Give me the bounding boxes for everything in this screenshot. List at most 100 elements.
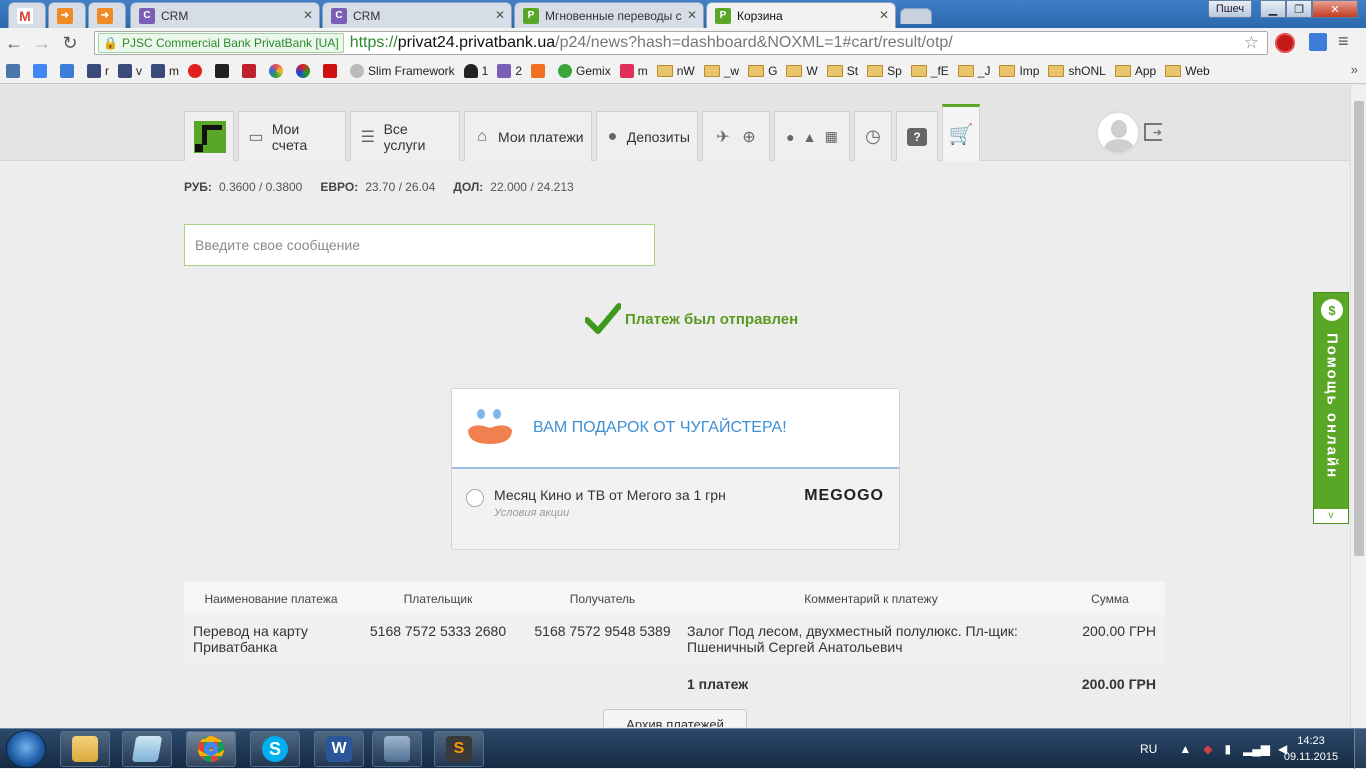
star-icon[interactable]: ☆ [1244, 33, 1259, 53]
help-online-tab[interactable]: $ Помощь онлайн v [1313, 292, 1349, 524]
minimize-button[interactable]: ▁ [1260, 0, 1286, 18]
close-icon[interactable]: ✕ [303, 8, 313, 22]
folder-Web[interactable]: Web [1165, 64, 1210, 78]
folder-Imp[interactable]: Imp [999, 64, 1039, 78]
start-button[interactable] [6, 730, 46, 768]
bookmark-heart[interactable] [188, 63, 206, 78]
tray-app-icon[interactable]: ◆ [1203, 742, 1212, 756]
folder-App[interactable]: App [1114, 64, 1156, 78]
clock[interactable]: 14:23 09.11.2015 [1276, 733, 1346, 765]
url-scheme: https:// [349, 34, 398, 51]
menu-all-services[interactable]: ☰ Все услуги [350, 111, 460, 161]
more-bookmarks-icon[interactable]: » [1351, 62, 1358, 77]
menu-my-payments[interactable]: ⌂ Мои платежи [464, 111, 592, 161]
folder-Sp[interactable]: Sp [867, 64, 902, 78]
tab-crm-1[interactable]: C CRM ✕ [130, 2, 320, 28]
new-tab-button[interactable] [900, 8, 932, 24]
tab-gmail[interactable]: M [8, 2, 46, 28]
tray-expand-icon[interactable]: ▲ [1179, 742, 1191, 756]
privat24-logo[interactable] [184, 111, 234, 161]
avatar[interactable] [1096, 111, 1140, 155]
exchange-rates: РУБ: 0.3600 / 0.3800 ЕВРО: 23.70 / 26.04 Д… [184, 180, 592, 194]
menu-icon[interactable]: ≡ [1338, 31, 1349, 52]
close-icon[interactable]: ✕ [879, 8, 889, 22]
menu-deposits[interactable]: ● Депозиты [596, 111, 698, 161]
forward-button[interactable]: → [28, 30, 56, 56]
folder-J[interactable]: _J [957, 64, 990, 78]
menu-apps[interactable]: ● ▲ ▦ [774, 111, 850, 161]
gift-conditions-link[interactable]: Условия акции [494, 507, 726, 519]
tab-cart[interactable]: P Корзина ✕ [706, 2, 896, 28]
close-icon[interactable]: ✕ [687, 8, 697, 22]
folder-icon [826, 64, 843, 77]
folder-nW[interactable]: nW [656, 64, 695, 78]
tab-arrow-2[interactable]: ➜ [88, 2, 126, 28]
reload-button[interactable]: ↻ [56, 30, 84, 56]
bookmark-rgb[interactable] [296, 63, 314, 78]
folder-St[interactable]: St [826, 64, 858, 78]
scrollbar-thumb[interactable] [1354, 101, 1364, 556]
bookmark-orange[interactable] [531, 63, 549, 78]
power-icon[interactable]: ▮ [1224, 742, 1231, 756]
address-bar[interactable]: 🔒 PJSC Commercial Bank PrivatBank [UA] h… [94, 31, 1268, 55]
total-count: 1 платеж [687, 675, 749, 692]
maximize-button[interactable]: ❐ [1286, 0, 1312, 18]
archive-button[interactable]: Архив платежей [603, 709, 747, 727]
taskbar-explorer[interactable] [60, 731, 110, 767]
close-icon[interactable]: ✕ [495, 8, 505, 22]
bookmark-1[interactable]: 1 [463, 63, 488, 78]
tab-transfers[interactable]: P Мгновенные переводы с ✕ [514, 2, 704, 28]
folder-w[interactable]: _w [703, 64, 739, 78]
gift-radio[interactable] [466, 489, 484, 507]
taskbar-notepad[interactable] [122, 731, 172, 767]
show-desktop-button[interactable] [1354, 729, 1366, 769]
menu-cart[interactable]: 🛒 [942, 104, 980, 161]
taskbar-word[interactable]: W [314, 731, 364, 767]
bookmark-download[interactable] [60, 63, 78, 78]
tab-crm-2[interactable]: C CRM ✕ [322, 2, 512, 28]
folder-shONL[interactable]: shONL [1048, 64, 1106, 78]
bookmark-translate[interactable] [33, 63, 51, 78]
logout-button[interactable]: ➜ [1144, 123, 1162, 141]
ev-certificate-badge[interactable]: 🔒 PJSC Commercial Bank PrivatBank [UA] [98, 33, 344, 53]
bookmark-2[interactable]: 2 [497, 63, 522, 78]
bookmark-color[interactable] [269, 63, 287, 78]
menu-my-accounts[interactable]: ▭ Мои счета [238, 111, 346, 161]
bookmark-v[interactable]: v [118, 63, 142, 78]
bookmark-star[interactable] [323, 63, 341, 78]
tab-arrow-1[interactable]: ➜ [48, 2, 86, 28]
translate-extension-icon[interactable] [1309, 33, 1327, 51]
url-path: /p24/news?hash=dashboard&NOXML=1#cart/re… [555, 34, 953, 51]
menu-history[interactable]: ◷ [854, 111, 892, 161]
folder-fE[interactable]: _fE [910, 64, 949, 78]
language-indicator[interactable]: RU [1140, 742, 1157, 756]
privat-icon: P [715, 7, 731, 24]
network-signal-icon[interactable]: ▂▄▆ [1243, 742, 1270, 756]
menu-help[interactable]: ? [896, 111, 938, 161]
bookmark-wave[interactable]: m [619, 63, 648, 78]
privat-icon: P [523, 7, 539, 24]
bookmark-stm[interactable] [215, 63, 233, 78]
adblock-icon[interactable] [1275, 33, 1295, 53]
taskbar-network[interactable] [372, 731, 422, 767]
bookmark-r[interactable]: r [87, 63, 109, 78]
piggy-bank-icon: ● [607, 127, 618, 145]
vk-icon [6, 63, 20, 78]
folder-G[interactable]: G [748, 64, 777, 78]
profile-chip[interactable]: Пшеч [1208, 0, 1252, 18]
bookmark-vk[interactable] [6, 63, 24, 78]
close-window-button[interactable]: ✕ [1312, 0, 1358, 18]
taskbar-skype[interactable]: S [250, 731, 300, 767]
bookmark-m[interactable]: m [151, 63, 179, 78]
bookmark-bars[interactable] [242, 63, 260, 78]
message-input[interactable] [184, 224, 655, 266]
folder-icon [867, 64, 884, 77]
bookmark-gemix[interactable]: Gemix [558, 63, 611, 78]
page-scrollbar[interactable] [1350, 85, 1366, 727]
menu-travel[interactable]: ✈ ⊕ [702, 111, 770, 161]
folder-W[interactable]: W [786, 64, 818, 78]
taskbar-chrome[interactable] [186, 731, 236, 767]
bookmark-slim[interactable]: Slim Framework [350, 63, 455, 78]
back-button[interactable]: ← [0, 30, 28, 56]
taskbar-sublime[interactable]: S [434, 731, 484, 767]
